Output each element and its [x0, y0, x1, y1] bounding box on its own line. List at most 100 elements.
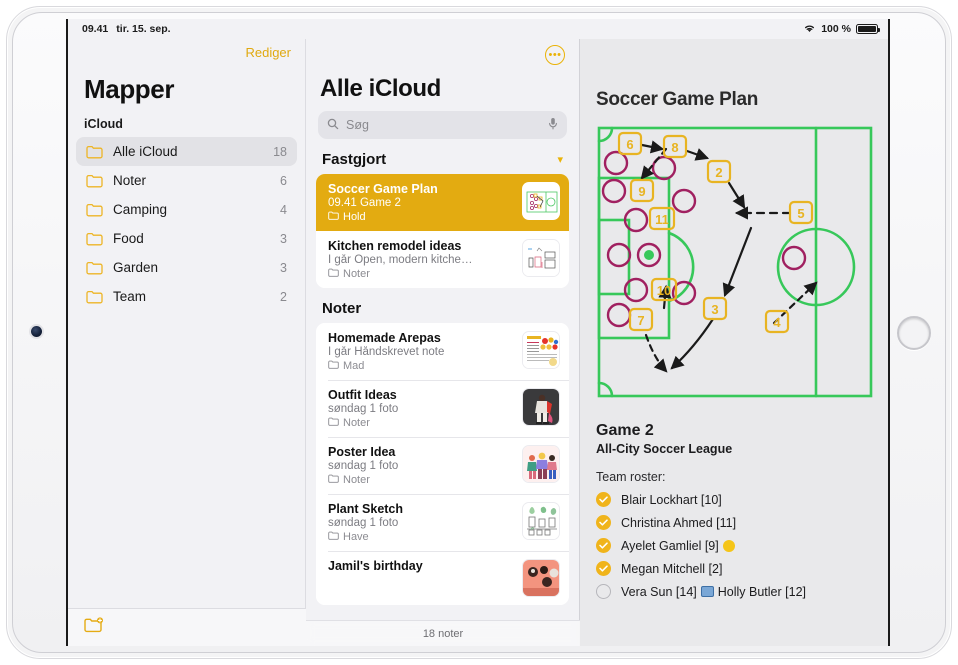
list-item[interactable]: Kitchen remodel ideas I går Open, modern…	[316, 231, 569, 288]
folders-sidebar: Rediger Mapper iCloud Alle iCloud 18 Not…	[68, 39, 306, 646]
status-date: tir. 15. sep.	[116, 23, 171, 35]
note-folder-label: Hold	[343, 211, 366, 223]
checkbox-checked-icon[interactable]	[596, 492, 611, 507]
folder-icon	[86, 232, 103, 246]
note-title: Plant Sketch	[328, 502, 404, 516]
sidebar-item-alle-icloud[interactable]: Alle iCloud 18	[76, 137, 297, 166]
sidebar-item-count: 2	[280, 289, 287, 304]
roster-name: Vera Sun [14]	[621, 584, 697, 599]
home-button[interactable]	[897, 316, 931, 350]
folder-icon	[86, 174, 103, 188]
outfit-photo-thumb	[522, 388, 560, 426]
note-detail-title: Soccer Game Plan	[596, 89, 759, 110]
ellipsis-circle-icon[interactable]: •••	[545, 45, 565, 65]
note-title: Homemade Arepas	[328, 331, 441, 345]
note-subtitle: I går Open, modern kitche…	[328, 254, 473, 266]
new-folder-icon[interactable]	[84, 616, 104, 639]
note-folder-label: Noter	[343, 417, 370, 429]
note-folder: Noter	[328, 474, 514, 486]
pinned-notes-cards: Soccer Game Plan 09.41 Game 2 Hold Kitch…	[316, 174, 569, 288]
pinned-section-header[interactable]: Fastgjort ▾	[306, 139, 579, 174]
note-folder-label: Mad	[343, 360, 365, 372]
notes-count-footer: 18 noter	[306, 620, 580, 646]
roster-name: Megan Mitchell [2]	[621, 561, 723, 576]
attachment-icon	[700, 585, 714, 597]
sidebar-item-count: 18	[273, 144, 287, 159]
roster-item[interactable]: Blair Lockhart [10]	[596, 492, 876, 507]
sidebar-item-camping[interactable]: Camping 4	[76, 195, 297, 224]
folder-icon	[86, 261, 103, 275]
folder-icon	[86, 145, 103, 159]
svg-text:10: 10	[657, 283, 671, 298]
battery-icon	[856, 24, 880, 34]
soccer-field-thumb	[522, 182, 560, 220]
status-bar: 09.41 tir. 15. sep. 100 %	[68, 19, 888, 39]
svg-text:4: 4	[773, 315, 781, 330]
note-folder: Have	[328, 531, 514, 543]
notes-section-header[interactable]: Noter	[306, 288, 579, 323]
sidebar-item-garden[interactable]: Garden 3	[76, 253, 297, 282]
status-time: 09.41	[82, 23, 109, 35]
sidebar-item-food[interactable]: Food 3	[76, 224, 297, 253]
svg-text:3: 3	[711, 302, 718, 317]
folder-small-icon	[328, 417, 339, 429]
edit-button[interactable]: Rediger	[68, 39, 305, 60]
soccer-field-sketch[interactable]: 6 8 2 5 9 11 10 7 3 4	[594, 123, 880, 406]
svg-text:2: 2	[715, 165, 722, 180]
checkbox-unchecked-icon[interactable]	[596, 584, 611, 599]
note-subtitle: søndag 1 foto	[328, 517, 399, 529]
note-detail-body[interactable]: Game 2 All-City Soccer League Team roste…	[580, 406, 888, 599]
sidebar-item-team[interactable]: Team 2	[76, 282, 297, 311]
checkbox-checked-icon[interactable]	[596, 515, 611, 530]
sidebar-item-label: Camping	[113, 202, 168, 217]
note-title: Jamil's birthday	[328, 559, 423, 573]
list-item[interactable]: Jamil's birthday	[316, 551, 569, 605]
ipad-device: 09.41 tir. 15. sep. 100 % Rediger Mapper…	[0, 0, 958, 665]
microphone-icon[interactable]	[548, 117, 558, 133]
sidebar-item-count: 3	[280, 260, 287, 275]
kitchen-sketch-thumb	[522, 239, 560, 277]
roster-name: Blair Lockhart [10]	[621, 492, 722, 507]
note-folder: Noter	[328, 268, 514, 280]
roster-item[interactable]: Megan Mitchell [2]	[596, 561, 876, 576]
notes-section-label: Noter	[322, 300, 362, 317]
roster-name: Christina Ahmed [11]	[621, 515, 737, 530]
checkbox-checked-icon[interactable]	[596, 561, 611, 576]
roster-item[interactable]: Vera Sun [14] Holly Butler [12]	[596, 584, 876, 599]
list-item[interactable]: Outfit Ideas søndag 1 foto Noter	[316, 380, 569, 437]
folder-small-icon	[328, 360, 339, 372]
note-subtitle: 09.41 Game 2	[328, 197, 401, 209]
list-item[interactable]: Soccer Game Plan 09.41 Game 2 Hold	[316, 174, 569, 231]
note-folder-label: Noter	[343, 268, 370, 280]
svg-text:7: 7	[637, 313, 644, 328]
sidebar-item-count: 6	[280, 173, 287, 188]
search-input[interactable]: Søg	[318, 111, 567, 139]
chevron-down-icon[interactable]: ▾	[557, 153, 563, 166]
list-item[interactable]: Homemade Arepas I går Håndskrevet note M…	[316, 323, 569, 380]
sidebar-item-noter[interactable]: Noter 6	[76, 166, 297, 195]
roster-item[interactable]: Ayelet Gamliel [9]	[596, 538, 876, 553]
battery-percent: 100 %	[821, 23, 851, 35]
league-name: All-City Soccer League	[596, 442, 733, 456]
svg-text:6: 6	[626, 137, 633, 152]
notes-cards: Homemade Arepas I går Håndskrevet note M…	[316, 323, 569, 605]
recipe-card-thumb	[522, 331, 560, 369]
note-folder-label: Have	[343, 531, 369, 543]
note-folder-label: Noter	[343, 474, 370, 486]
three-column-layout: Rediger Mapper iCloud Alle iCloud 18 Not…	[68, 39, 888, 646]
sidebar-item-count: 3	[280, 231, 287, 246]
note-subtitle: søndag 1 foto	[328, 403, 399, 415]
wifi-icon	[803, 23, 816, 36]
ball-icon	[722, 539, 735, 552]
screen: 09.41 tir. 15. sep. 100 % Rediger Mapper…	[66, 19, 890, 646]
note-title: Kitchen remodel ideas	[328, 239, 462, 253]
folder-small-icon	[328, 531, 339, 543]
roster-name: Ayelet Gamliel [9]	[621, 538, 719, 553]
note-title: Outfit Ideas	[328, 388, 397, 402]
checkbox-checked-icon[interactable]	[596, 538, 611, 553]
note-subtitle: I går Håndskrevet note	[328, 346, 445, 358]
svg-text:8: 8	[671, 140, 678, 155]
list-item[interactable]: Poster Idea søndag 1 foto Noter	[316, 437, 569, 494]
list-item[interactable]: Plant Sketch søndag 1 foto Have	[316, 494, 569, 551]
roster-item[interactable]: Christina Ahmed [11]	[596, 515, 876, 530]
